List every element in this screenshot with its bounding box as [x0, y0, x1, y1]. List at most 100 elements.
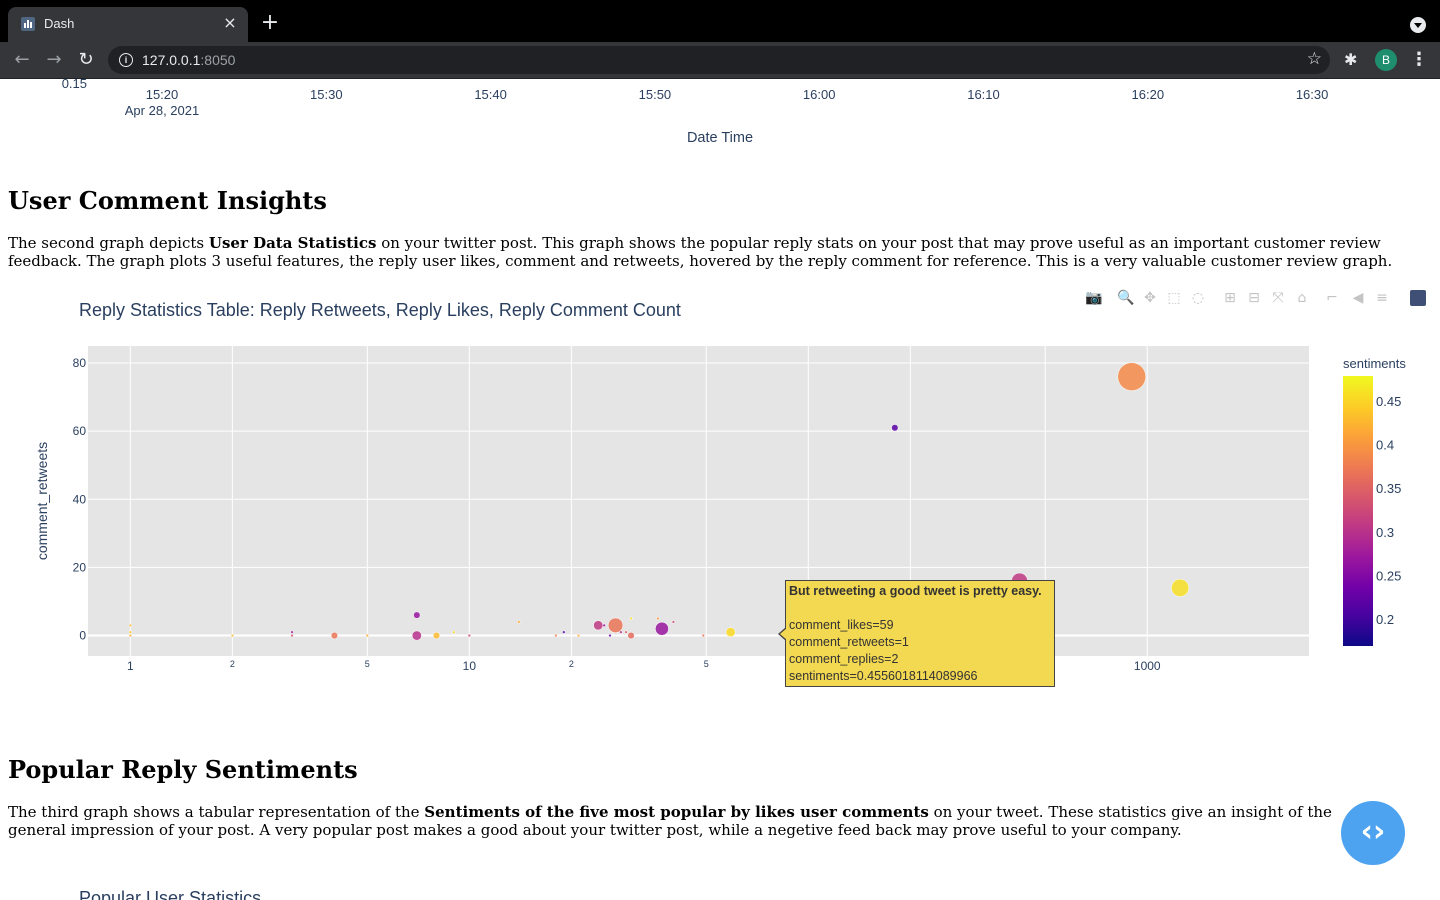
browser-tab-strip: Dash × +: [0, 0, 1440, 42]
data-point[interactable]: [411, 630, 422, 641]
section-description-popular-reply-sentiments: The third graph shows a tabular represen…: [8, 803, 1332, 839]
colorbar-tick-label: 0.25: [1376, 568, 1401, 583]
data-point[interactable]: [656, 616, 660, 621]
tab-close-icon[interactable]: ×: [220, 13, 240, 33]
timeline-tick-label: 16:10: [967, 87, 1000, 102]
reload-icon[interactable]: ↻: [74, 48, 98, 72]
data-point[interactable]: [576, 633, 581, 638]
plotly-logo-icon[interactable]: [1410, 290, 1426, 306]
data-point[interactable]: [432, 632, 441, 640]
data-point[interactable]: [365, 633, 369, 638]
x-tick-label: 1000: [1134, 659, 1161, 673]
y-tick-label: 60: [73, 424, 87, 438]
data-point[interactable]: [671, 620, 676, 624]
data-point[interactable]: [602, 623, 606, 627]
data-point[interactable]: [467, 633, 471, 638]
page-content: 0.15 15:20 15:30 15:40 15:50 16:00 16:10 16:20…: [0, 79, 1440, 900]
data-point[interactable]: [627, 632, 635, 640]
data-point[interactable]: [230, 633, 235, 638]
plot-area[interactable]: [88, 346, 1309, 656]
next-chart-title-area: Popular User Statistics: [79, 888, 261, 900]
x-tick-label: 10: [463, 659, 477, 673]
reset-axes-icon[interactable]: ⌂: [1293, 289, 1311, 307]
y-tick-label: 0: [79, 629, 86, 643]
tab-search-icon[interactable]: [1410, 17, 1426, 33]
colorbar-tick-label: 0.2: [1376, 612, 1394, 627]
url-text: 127.0.0.1:8050: [142, 52, 236, 68]
x-tick-label: 1: [127, 659, 134, 673]
data-point[interactable]: [554, 633, 558, 638]
colorbar-tick-label: 0.45: [1376, 394, 1401, 409]
browser-tab[interactable]: Dash ×: [8, 7, 248, 42]
timeline-xlabel: Date Time: [687, 130, 753, 146]
data-point[interactable]: [607, 617, 624, 633]
autoscale-icon[interactable]: ⤧: [1269, 289, 1287, 307]
info-icon[interactable]: i: [119, 53, 133, 67]
zoom-out-icon[interactable]: ⊟: [1245, 289, 1263, 307]
tooltip-title: But retweeting a good tweet is pretty ea…: [789, 584, 1042, 598]
data-point[interactable]: [128, 630, 133, 634]
tab-title: Dash: [44, 16, 75, 31]
data-point[interactable]: [290, 633, 294, 638]
dash-debug-code-button[interactable]: ‹›: [1341, 801, 1405, 865]
new-tab-button[interactable]: +: [258, 11, 282, 35]
section-heading-user-comment-insights: User Comment Insights: [8, 186, 327, 215]
timeline-tick-label: 16:20: [1132, 87, 1165, 102]
tooltip-likes: comment_likes=59: [789, 618, 894, 632]
colorbar-tick-label: 0.35: [1376, 481, 1401, 496]
data-point[interactable]: [701, 633, 705, 638]
data-point[interactable]: [128, 623, 133, 627]
data-point[interactable]: [562, 630, 566, 634]
timeline-tick-label: 15:40: [474, 87, 507, 102]
reply-statistics-chart[interactable]: Reply Statistics Table: Reply Retweets, …: [0, 279, 1440, 679]
data-point[interactable]: [725, 627, 736, 638]
data-point[interactable]: [608, 633, 612, 638]
back-icon[interactable]: ←: [10, 48, 34, 72]
data-point[interactable]: [629, 616, 633, 621]
data-point[interactable]: [290, 630, 294, 634]
hover-tooltip: But retweeting a good tweet is pretty ea…: [778, 580, 1055, 687]
timeline-tick-label: 16:00: [803, 87, 836, 102]
data-point[interactable]: [517, 620, 521, 624]
timeline-axis: 0.15 15:20 15:30 15:40 15:50 16:00 16:10 16:20…: [62, 79, 1329, 146]
data-point[interactable]: [891, 424, 899, 432]
data-point[interactable]: [624, 630, 628, 634]
pan-icon[interactable]: ✥: [1141, 289, 1159, 307]
x-tick-label: 5: [365, 659, 370, 669]
y-tick-label: 20: [73, 560, 87, 574]
data-point[interactable]: [593, 620, 604, 631]
box-select-icon[interactable]: ⬚: [1165, 289, 1183, 307]
zoom-in-icon[interactable]: ⊞: [1221, 289, 1239, 307]
menu-icon[interactable]: ⋮: [1410, 48, 1428, 72]
section-description-user-comment-insights: The second graph depicts User Data Stati…: [8, 234, 1393, 270]
x-tick-label: 2: [569, 659, 574, 669]
data-point[interactable]: [619, 630, 623, 634]
data-point[interactable]: [1171, 578, 1190, 597]
x-tick-label: 2: [230, 659, 235, 669]
tooltip-sentiments: sentiments=0.4556018114089966: [789, 669, 978, 683]
extensions-icon[interactable]: ✱: [1344, 50, 1362, 69]
browser-toolbar: ← → ↻ i 127.0.0.1:8050 ☆ ✱ B ⋮: [0, 42, 1440, 79]
data-point[interactable]: [330, 632, 338, 640]
zoom-icon[interactable]: 🔍: [1117, 289, 1135, 307]
data-point[interactable]: [413, 611, 421, 619]
lasso-select-icon[interactable]: ◌: [1189, 289, 1207, 307]
data-point[interactable]: [1117, 362, 1147, 391]
colorbar: [1343, 376, 1373, 646]
chart-title: Reply Statistics Table: Reply Retweets, …: [79, 300, 681, 320]
forward-icon[interactable]: →: [42, 48, 66, 72]
address-bar[interactable]: i 127.0.0.1:8050 ☆: [108, 46, 1330, 74]
star-icon[interactable]: ☆: [1307, 49, 1322, 69]
data-point[interactable]: [655, 621, 669, 636]
data-point[interactable]: [452, 630, 456, 634]
plotly-favicon-icon: [21, 17, 35, 31]
hover-closest-icon[interactable]: ◀: [1349, 289, 1367, 307]
camera-icon[interactable]: 📷: [1085, 289, 1103, 307]
timeline-tick-label: 15:30: [310, 87, 343, 102]
data-point[interactable]: [128, 633, 133, 638]
spike-lines-icon[interactable]: ⌐: [1323, 289, 1341, 307]
y-axis-label: comment_retweets: [34, 442, 50, 560]
x-tick-label: 5: [704, 659, 709, 669]
hover-compare-icon[interactable]: ≡: [1373, 289, 1391, 307]
avatar[interactable]: B: [1375, 49, 1397, 71]
